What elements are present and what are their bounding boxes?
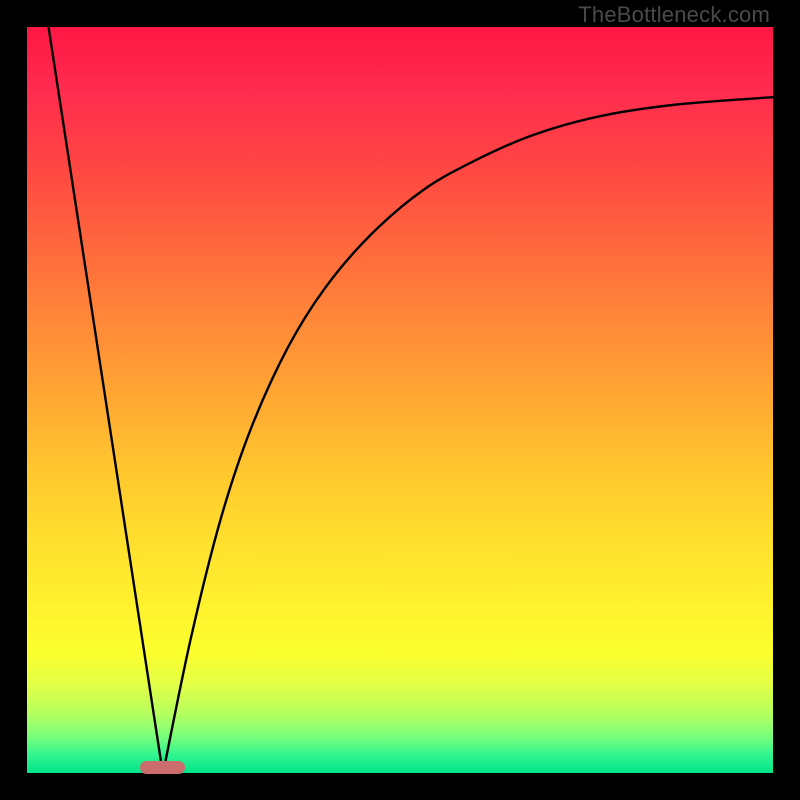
watermark-text: TheBottleneck.com bbox=[578, 2, 770, 28]
optimal-range-marker bbox=[140, 761, 185, 774]
chart-frame: TheBottleneck.com bbox=[0, 0, 800, 800]
curve-svg bbox=[26, 26, 774, 774]
bottleneck-curve bbox=[48, 26, 774, 774]
